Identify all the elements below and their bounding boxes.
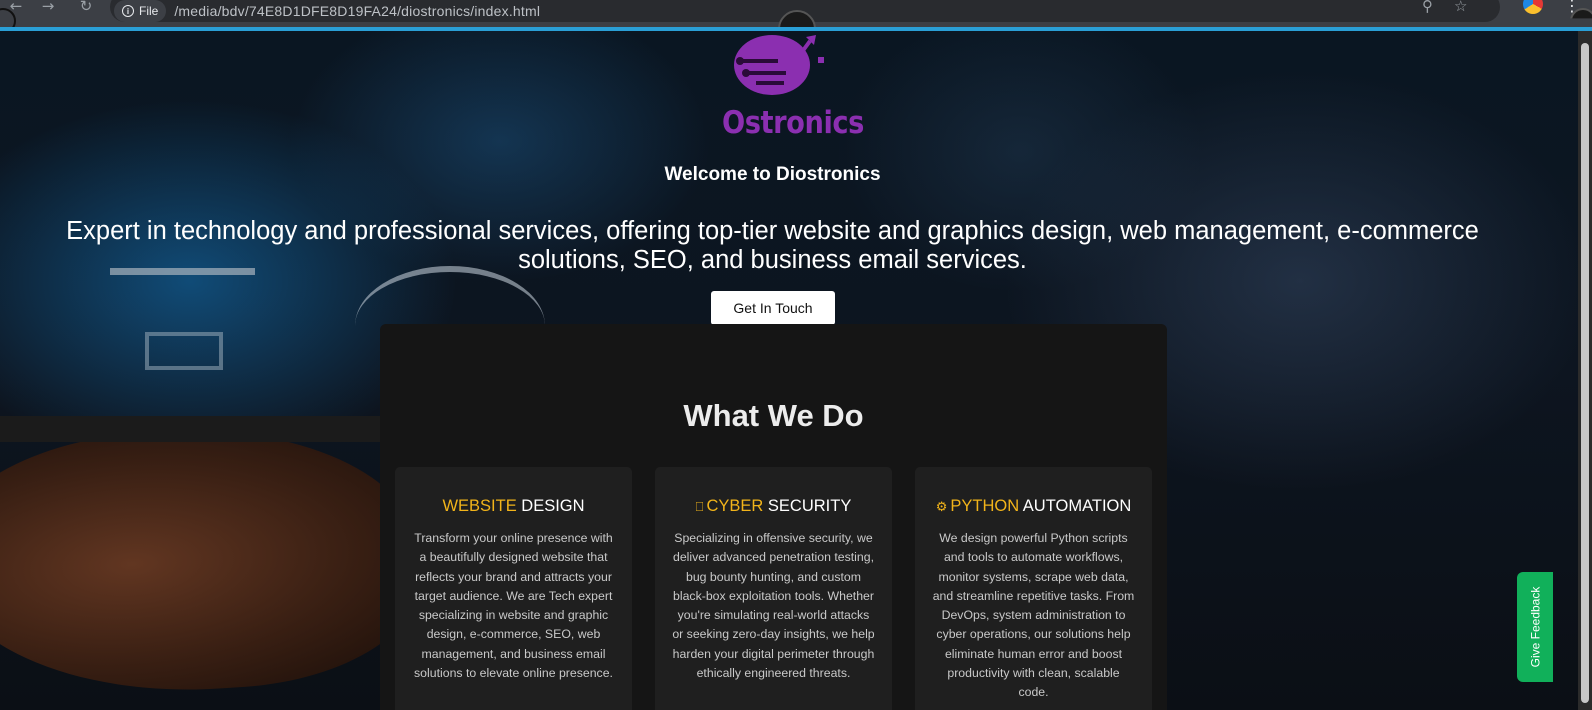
url-text[interactable]: /media/bdv/74E8D1DFE8D19FA24/diostronics… xyxy=(174,3,540,19)
card-description: We design powerful Python scripts and to… xyxy=(932,531,1135,700)
background-hand-image xyxy=(0,414,429,708)
service-card-cyber-security: ⎕ CYBER SECURITY Specializing in offensiv… xyxy=(655,467,892,710)
feedback-label: Give Feedback xyxy=(1528,586,1542,668)
background-decoration xyxy=(145,332,223,370)
page-content: Ostronics Welcome to Diostronics Expert … xyxy=(0,31,1578,710)
card-title-rest: DESIGN xyxy=(516,497,585,515)
site-info-chip[interactable]: i File xyxy=(114,0,167,22)
shield-icon: ⎕ xyxy=(695,500,704,515)
hero-tagline: Expert in technology and professional se… xyxy=(66,217,1479,274)
card-title-accent: PYTHON xyxy=(950,497,1020,515)
card-title: ⚙ PYTHON AUTOMATION xyxy=(915,497,1152,516)
background-tablet xyxy=(0,416,400,442)
card-title-rest: AUTOMATION xyxy=(1019,497,1132,515)
profile-avatar[interactable] xyxy=(1523,0,1543,14)
card-title: WEBSITE DESIGN xyxy=(395,497,632,516)
browser-toolbar: ← → ↻ i File /media/bdv/74E8D1DFE8D19FA2… xyxy=(0,0,1592,34)
bookmark-star-icon[interactable]: ☆ xyxy=(1454,0,1467,15)
card-title-rest: SECURITY xyxy=(763,497,852,515)
card-description: Transform your online presence with a be… xyxy=(414,531,613,681)
back-icon[interactable]: ← xyxy=(6,0,26,16)
file-label: File xyxy=(139,4,159,18)
info-icon: i xyxy=(122,5,134,17)
forward-icon[interactable]: → xyxy=(38,0,58,16)
welcome-heading: Welcome to Diostronics xyxy=(664,164,881,185)
logo-text: Ostronics xyxy=(722,105,864,141)
card-title: ⎕ CYBER SECURITY xyxy=(655,497,892,516)
card-title-accent: CYBER xyxy=(706,497,764,515)
scrollbar-thumb[interactable] xyxy=(1581,43,1589,703)
zoom-icon[interactable]: ⚲ xyxy=(1422,0,1433,15)
scrollbar[interactable] xyxy=(1578,31,1592,710)
section-title: What We Do xyxy=(683,398,864,433)
card-description: Specializing in offensive security, we d… xyxy=(672,531,875,681)
service-card-python-automation: ⚙ PYTHON AUTOMATION We design powerful Py… xyxy=(915,467,1152,710)
services-section: What We Do WEBSITE DESIGN Transform your… xyxy=(380,324,1167,710)
give-feedback-button[interactable]: Give Feedback xyxy=(1517,572,1553,682)
reload-icon[interactable]: ↻ xyxy=(76,0,96,16)
service-card-website-design: WEBSITE DESIGN Transform your online pre… xyxy=(395,467,632,710)
gear-icon: ⚙ xyxy=(935,500,948,515)
card-title-accent: WEBSITE xyxy=(442,497,517,515)
get-in-touch-button[interactable]: Get In Touch xyxy=(711,291,835,325)
